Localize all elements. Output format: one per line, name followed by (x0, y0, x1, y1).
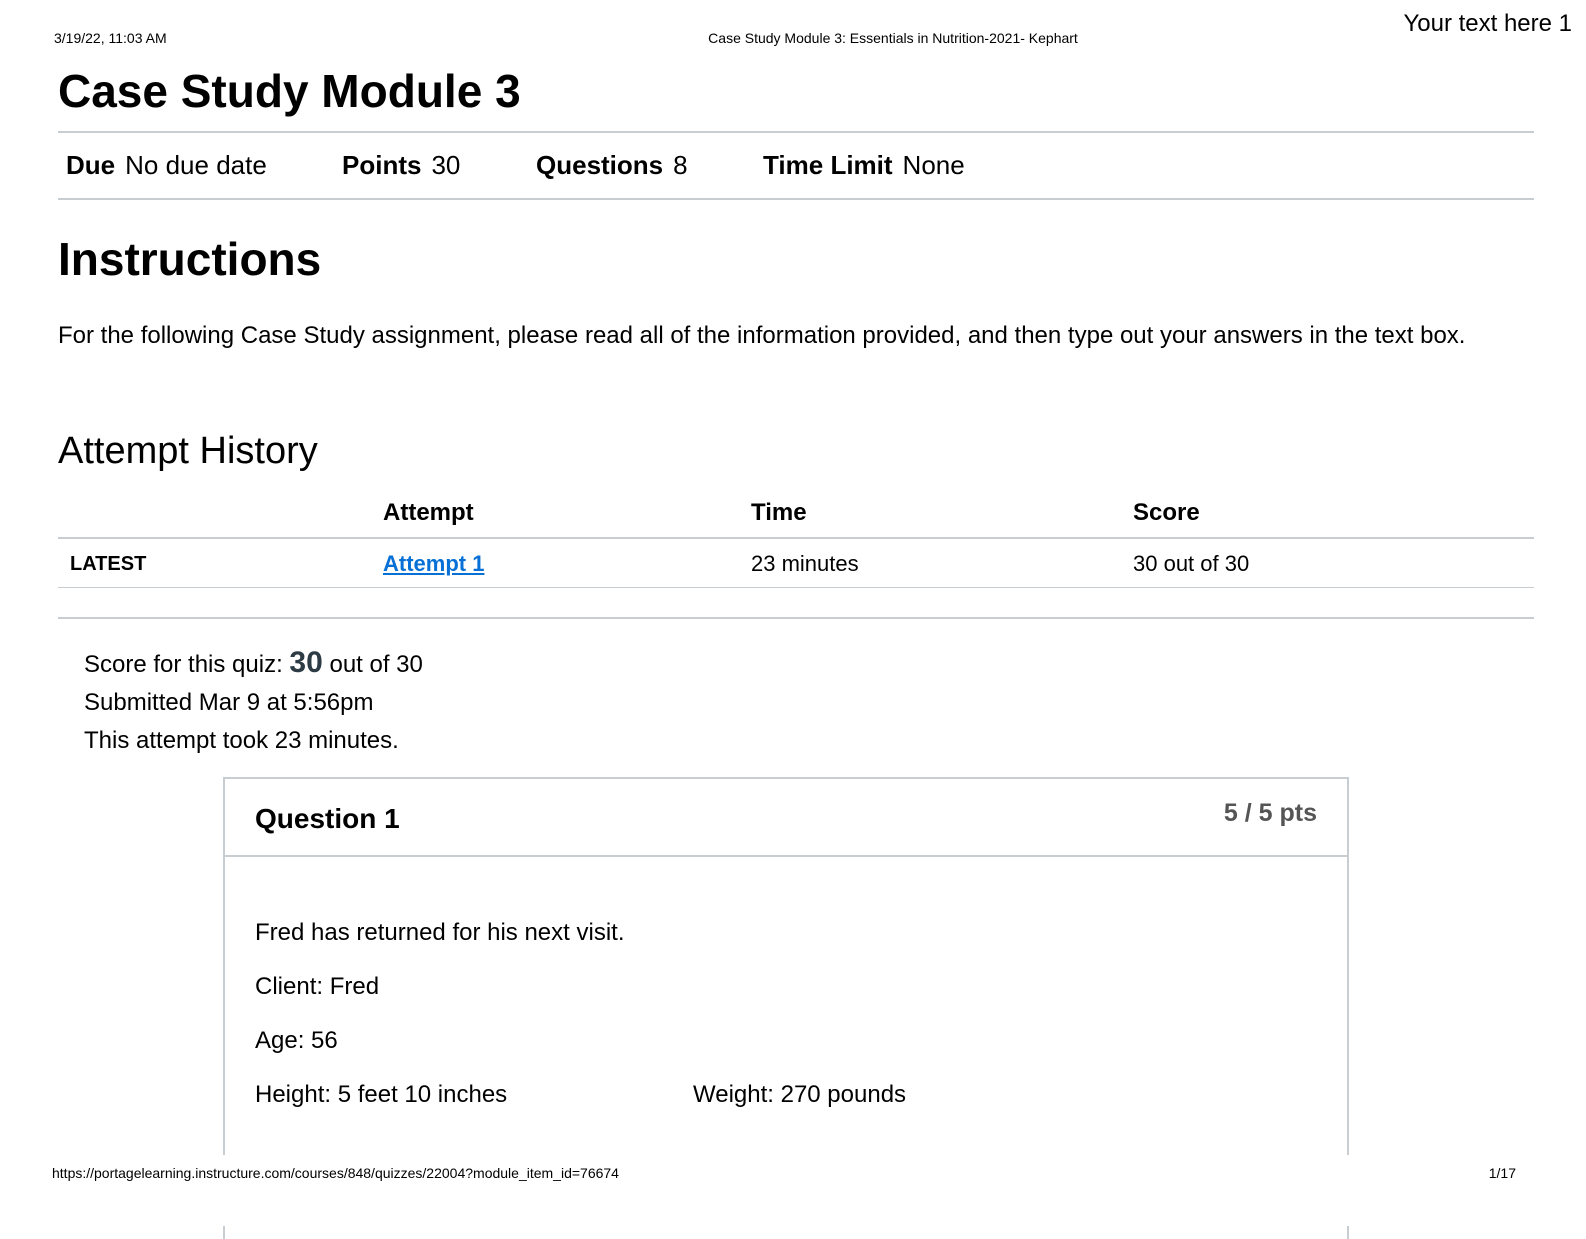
print-page-number: 1/17 (1488, 1165, 1516, 1181)
submitted-line: Submitted Mar 9 at 5:56pm (84, 689, 374, 716)
print-doc-title: Case Study Module 3: Essentials in Nutri… (708, 30, 1078, 46)
meta-points-label: Points (342, 150, 422, 180)
divider (58, 198, 1534, 200)
col-header-attempt: Attempt (383, 499, 474, 526)
question-title: Question 1 (255, 803, 400, 834)
quiz-score-line: Score for this quiz: 30 out of 30 (84, 644, 423, 684)
meta-due: Due No due date (66, 150, 267, 181)
meta-due-value: No due date (125, 150, 267, 180)
instructions-heading: Instructions (58, 233, 322, 285)
attempt-1-link[interactable]: Attempt 1 (383, 551, 484, 577)
meta-due-label: Due (66, 150, 116, 180)
latest-label: LATEST (70, 553, 147, 575)
meta-questions-value: 8 (673, 150, 688, 180)
question-text-line: Height: 5 feet 10 inches (255, 1081, 508, 1108)
print-url: https://portagelearning.instructure.com/… (52, 1165, 619, 1181)
score-prefix: Score for this quiz: (84, 651, 290, 678)
question-text-line: Weight: 270 pounds (693, 1081, 907, 1108)
table-row: LATEST Attempt 1 23 minutes 30 out of 30 (58, 539, 1534, 588)
meta-questions: Questions 8 (536, 150, 688, 181)
question-header: Question 1 5 / 5 pts (225, 779, 1347, 857)
attempt-summary: Score for this quiz: 30 out of 30 Submit… (84, 644, 423, 760)
meta-time-limit: Time Limit None (763, 150, 965, 181)
duration-line: This attempt took 23 minutes. (84, 727, 399, 754)
meta-questions-label: Questions (536, 150, 664, 180)
table-header-row: Attempt Time Score (58, 495, 1534, 539)
attempt-history-table: Attempt Time Score LATEST Attempt 1 23 m… (58, 495, 1534, 588)
meta-time-limit-value: None (902, 150, 965, 180)
divider (58, 617, 1534, 619)
score-value: 30 (289, 646, 323, 679)
meta-points: Points 30 (342, 150, 460, 181)
instructions-text: For the following Case Study assignment,… (58, 322, 1466, 349)
attempt-time: 23 minutes (751, 551, 859, 576)
question-text-line: Fred has returned for his next visit. (255, 919, 625, 946)
divider (58, 131, 1534, 133)
score-suffix: out of 30 (322, 651, 423, 678)
meta-time-limit-label: Time Limit (763, 150, 893, 180)
question-text-line: Client: Fred (255, 973, 380, 1000)
col-header-time: Time (751, 499, 807, 526)
question-text-line: Age: 56 (255, 1027, 338, 1054)
question-points: 5 / 5 pts (1223, 799, 1317, 827)
col-header-score: Score (1133, 499, 1200, 526)
watermark-text: Your text here 1 (1403, 10, 1572, 37)
attempt-score: 30 out of 30 (1133, 551, 1250, 576)
attempt-history-heading: Attempt History (58, 430, 318, 472)
meta-points-value: 30 (431, 150, 461, 180)
page-title: Case Study Module 3 (58, 65, 521, 117)
